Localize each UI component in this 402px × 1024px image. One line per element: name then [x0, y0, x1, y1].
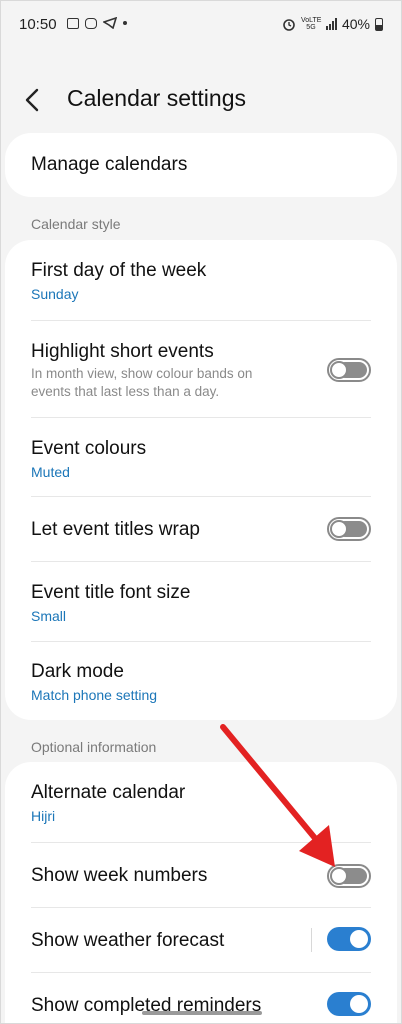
instagram-icon: [85, 17, 97, 29]
font-size-item[interactable]: Event title font size Small: [5, 562, 397, 640]
chevron-left-icon: [25, 88, 39, 112]
wrap-titles-label: Let event titles wrap: [31, 519, 200, 540]
notification-icons: [67, 17, 127, 29]
dark-mode-value: Match phone setting: [31, 687, 158, 703]
wrap-titles-toggle[interactable]: [327, 517, 371, 541]
separator: [311, 928, 312, 952]
page-title: Calendar settings: [67, 85, 246, 111]
status-bar: 10:50 VoLTE 5G 40%: [19, 13, 383, 37]
highlight-short-events-toggle[interactable]: [327, 358, 371, 382]
status-time: 10:50: [19, 16, 57, 33]
show-weather-forecast-toggle[interactable]: [327, 927, 371, 951]
dark-mode-item[interactable]: Dark mode Match phone setting: [5, 642, 397, 720]
event-colours-item[interactable]: Event colours Muted: [5, 418, 397, 496]
battery-percent: 40%: [341, 16, 370, 32]
first-day-value: Sunday: [31, 286, 79, 302]
system-icons: VoLTE 5G 40%: [282, 16, 383, 32]
alternate-calendar-value: Hijri: [31, 808, 56, 824]
annotation-arrow-icon: [220, 724, 335, 867]
volte-icon: VoLTE 5G: [300, 17, 322, 31]
font-size-label: Event title font size: [31, 582, 191, 603]
section-title-optional-information: Optional information: [31, 739, 157, 755]
first-day-label: First day of the week: [31, 260, 207, 281]
manage-calendars-label: Manage calendars: [31, 154, 188, 175]
alarm-icon: [283, 19, 295, 31]
manage-calendars-item[interactable]: Manage calendars: [5, 133, 397, 197]
highlight-short-events-item[interactable]: Highlight short events In month view, sh…: [5, 321, 397, 417]
screen: 10:50 VoLTE 5G 40% Calendar settings Man…: [0, 0, 402, 1024]
battery-icon: [375, 17, 383, 31]
app-header: Calendar settings: [1, 81, 401, 121]
alternate-calendar-label: Alternate calendar: [31, 782, 186, 803]
weather-label: Show weather forecast: [31, 930, 225, 951]
week-numbers-label: Show week numbers: [31, 865, 208, 886]
show-completed-reminders-toggle[interactable]: [327, 992, 371, 1016]
more-notifications-icon: [123, 21, 127, 25]
highlight-description: In month view, show colour bands on even…: [31, 366, 253, 399]
manage-calendars-card: Manage calendars: [5, 133, 397, 197]
back-button[interactable]: [25, 83, 55, 117]
home-indicator: [142, 1011, 262, 1015]
show-completed-reminders-item[interactable]: Show completed reminders: [5, 973, 397, 1023]
highlight-label: Highlight short events: [31, 341, 214, 362]
dark-mode-label: Dark mode: [31, 661, 124, 682]
section-title-calendar-style: Calendar style: [31, 216, 121, 232]
wrap-titles-item[interactable]: Let event titles wrap: [5, 497, 397, 561]
event-colours-value: Muted: [31, 464, 70, 480]
telegram-icon: [103, 17, 117, 29]
font-size-value: Small: [31, 608, 67, 624]
calendar-style-card: First day of the week Sunday Highlight s…: [5, 240, 397, 720]
show-weather-forecast-item[interactable]: Show weather forecast: [5, 908, 397, 972]
first-day-of-week-item[interactable]: First day of the week Sunday: [5, 240, 397, 320]
signal-icon: [325, 18, 337, 30]
event-colours-label: Event colours: [31, 438, 147, 459]
gallery-icon: [67, 17, 79, 29]
